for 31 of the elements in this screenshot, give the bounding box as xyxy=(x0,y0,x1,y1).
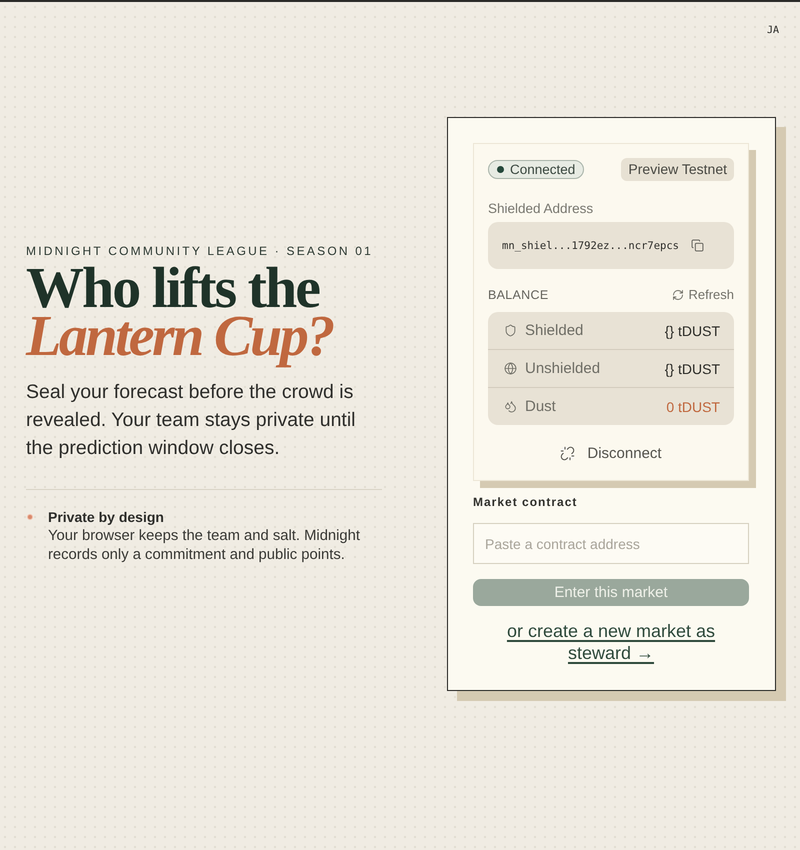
balance-value: {} tDUST xyxy=(664,322,720,338)
broken-link-icon xyxy=(560,446,576,461)
disconnect-button[interactable]: Disconnect xyxy=(560,445,662,462)
address-label: Shielded Address xyxy=(488,201,594,217)
balance-label: Dust xyxy=(525,398,557,415)
create-market-link[interactable]: or create a new market as steward → xyxy=(488,620,734,664)
feature-title: Private by design xyxy=(48,508,165,526)
refresh-button[interactable]: Refresh xyxy=(672,287,734,302)
balance-value: 0 tDUST xyxy=(666,398,720,414)
headline: Who lifts the xyxy=(26,264,319,312)
eyebrow-text: MIDNIGHT COMMUNITY LEAGUE · SEASON 01 xyxy=(26,244,374,258)
refresh-icon xyxy=(672,288,684,300)
lead-paragraph: Seal your forecast before the crowd is revealed. Your team stays private until the prediction window closes. xyxy=(26,380,357,460)
copy-icon xyxy=(691,239,704,252)
droplets-icon xyxy=(504,400,517,413)
balance-heading: BALANCE xyxy=(488,288,548,302)
copy-button[interactable] xyxy=(691,239,704,252)
status-label: Connected xyxy=(510,161,576,178)
contract-address-field[interactable]: Paste a contract address xyxy=(473,523,749,564)
shield-icon xyxy=(504,324,517,337)
balance-value: {} tDUST xyxy=(664,360,720,376)
network-badge: Preview Testnet xyxy=(621,158,734,181)
balance-label: Unshielded xyxy=(525,360,602,377)
feature-description: Your browser keeps the team and salt. Midnight records only a commitment and public points. xyxy=(48,526,362,564)
headline-accent: Lantern Cup? xyxy=(24,312,334,370)
market-contract-label: Market contract xyxy=(473,495,578,509)
user-initials: JA xyxy=(766,24,779,36)
balance-label: Shielded xyxy=(525,322,584,339)
bullet-dot-icon xyxy=(27,514,33,520)
globe-icon xyxy=(504,362,517,375)
address-text: mn_shiel...1792ez...ncr7epcs xyxy=(502,240,680,252)
